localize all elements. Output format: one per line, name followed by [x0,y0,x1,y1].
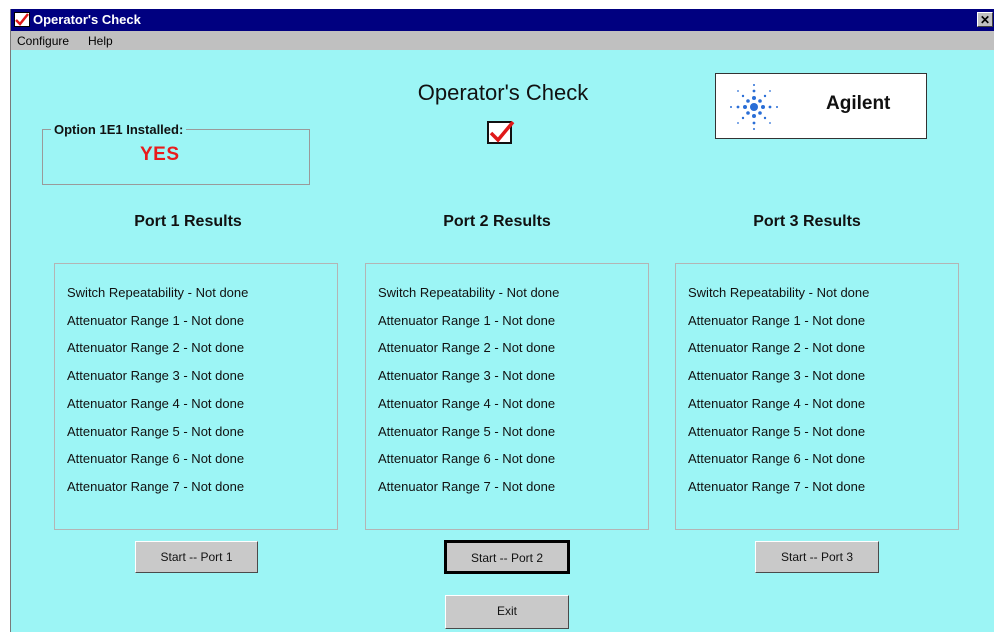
operators-check-window: Operator's Check ✕ Configure Help Operat… [10,9,994,632]
port-2-header: Port 2 Results [443,213,551,230]
port-3-results: Switch Repeatability - Not done Attenuat… [675,263,959,530]
checkmark-icon [487,120,515,144]
result-item: Attenuator Range 6 - Not done [378,451,556,466]
result-item: Attenuator Range 2 - Not done [688,340,866,355]
option-value: YES [140,144,180,165]
result-item: Attenuator Range 1 - Not done [378,313,556,328]
main-content: Operator's Check Agilent Option 1E1 Inst… [11,50,994,632]
result-item: Attenuator Range 2 - Not done [378,340,556,355]
result-item: Attenuator Range 2 - Not done [67,340,245,355]
result-item: Attenuator Range 7 - Not done [378,479,556,494]
agilent-spark-icon [730,84,778,130]
start-port-2-label: Start -- Port 2 [470,551,544,565]
window-title: Operator's Check [33,12,141,27]
port-3-header: Port 3 Results [753,213,861,230]
result-item: Attenuator Range 3 - Not done [67,368,245,383]
title-bar: Operator's Check ✕ [11,9,994,31]
exit-button[interactable]: Exit [445,595,569,629]
port-1-results: Switch Repeatability - Not done Attenuat… [54,263,338,530]
result-item: Attenuator Range 4 - Not done [67,396,245,411]
menu-configure[interactable]: Configure [17,34,69,48]
port-1-header: Port 1 Results [134,213,242,230]
result-item: Attenuator Range 6 - Not done [688,451,866,466]
result-item: Attenuator Range 4 - Not done [378,396,556,411]
start-port-2-button[interactable]: Start -- Port 2 [444,540,570,574]
menu-help[interactable]: Help [88,34,113,48]
start-port-3-button[interactable]: Start -- Port 3 [755,541,879,573]
close-icon: ✕ [979,13,991,27]
page-title: Operator's Check [417,80,589,105]
result-item: Attenuator Range 5 - Not done [378,424,556,439]
result-item: Switch Repeatability - Not done [67,285,249,300]
option-label: Option 1E1 Installed: [51,122,187,137]
result-item: Attenuator Range 5 - Not done [688,424,866,439]
start-port-1-label: Start -- Port 1 [160,550,233,564]
agilent-logo: Agilent [715,73,927,139]
result-item: Switch Repeatability - Not done [378,285,560,300]
result-item: Attenuator Range 1 - Not done [688,313,866,328]
menu-bar: Configure Help [11,31,994,50]
checkmark-app-icon [14,12,30,27]
logo-text: Agilent [826,93,891,114]
result-item: Attenuator Range 3 - Not done [688,368,866,383]
result-item: Attenuator Range 4 - Not done [688,396,866,411]
result-item: Attenuator Range 7 - Not done [67,479,245,494]
exit-label: Exit [496,604,517,618]
result-item: Attenuator Range 3 - Not done [378,368,556,383]
close-button[interactable]: ✕ [977,12,993,27]
result-item: Attenuator Range 5 - Not done [67,424,245,439]
result-item: Attenuator Range 6 - Not done [67,451,245,466]
result-item: Switch Repeatability - Not done [688,285,870,300]
start-port-1-button[interactable]: Start -- Port 1 [135,541,258,573]
result-item: Attenuator Range 7 - Not done [688,479,866,494]
port-2-results: Switch Repeatability - Not done Attenuat… [365,263,649,530]
option-1e1-group: Option 1E1 Installed: YES [42,122,310,185]
result-item: Attenuator Range 1 - Not done [67,313,245,328]
start-port-3-label: Start -- Port 3 [780,550,854,564]
